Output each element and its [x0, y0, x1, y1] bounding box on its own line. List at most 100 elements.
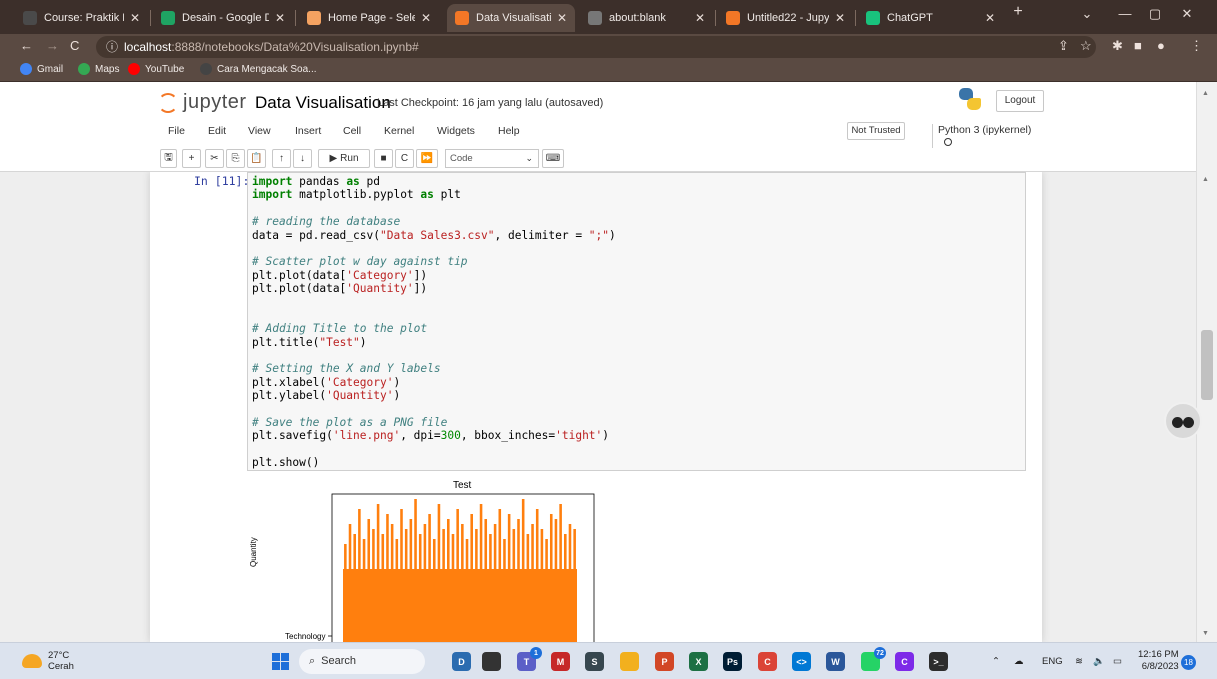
folder-icon[interactable] — [620, 652, 639, 671]
photoshop-icon[interactable]: Ps — [723, 652, 742, 671]
volume-icon[interactable]: 🔈 — [1093, 656, 1105, 667]
browser-tab[interactable]: Untitled22 - Jupyter N ✕ — [718, 4, 853, 32]
browser-tab[interactable]: Course: Praktik Pemro ✕ — [15, 4, 148, 32]
save-icon[interactable]: 🖫 — [160, 149, 177, 168]
code-line: # Adding Title to the plot — [252, 322, 616, 335]
word-icon[interactable]: W — [826, 652, 845, 671]
floating-assistant-icon[interactable] — [1164, 402, 1202, 440]
tab-close-icon[interactable]: ✕ — [695, 11, 705, 25]
sidepanel-icon[interactable]: ■ — [1134, 38, 1142, 53]
keyboard-icon[interactable]: ⌨ — [542, 149, 564, 168]
taskbar-clock[interactable]: 12:16 PM 6/8/2023 — [1138, 649, 1179, 673]
code-line: # reading the database — [252, 215, 616, 228]
paste-icon[interactable]: 📋 — [247, 149, 266, 168]
powerpoint-icon[interactable]: P — [655, 652, 674, 671]
url-field[interactable]: ⓘ localhost:8888/notebooks/Data%20Visuali… — [96, 36, 1096, 58]
terminal-icon[interactable]: >_ — [929, 652, 948, 671]
bookmark-item[interactable]: Gmail — [20, 63, 63, 75]
tab-close-icon[interactable]: ✕ — [130, 11, 140, 25]
file-explorer-icon[interactable] — [482, 652, 501, 671]
profile-avatar-icon[interactable]: ● — [1157, 38, 1165, 53]
move-down-icon[interactable]: ↓ — [293, 149, 312, 168]
scroll-up-icon[interactable]: ▲ — [1202, 90, 1209, 97]
notebook-name[interactable]: Data Visualisation — [255, 93, 391, 113]
weather-widget[interactable]: 27°C Cerah — [22, 650, 74, 672]
jupyter-logo[interactable]: jupyter — [158, 91, 247, 114]
code-token: plt.plot(data[ — [252, 282, 347, 296]
scroll-down-icon[interactable]: ▼ — [1202, 630, 1209, 637]
menu-help[interactable]: Help — [498, 125, 520, 137]
tab-close-icon[interactable]: ✕ — [275, 11, 285, 25]
plot-output: Test Quantity Technology — [247, 477, 647, 642]
vscode-icon[interactable]: <> — [792, 652, 811, 671]
fast-forward-icon[interactable]: ⏩ — [416, 149, 438, 168]
kernel-indicator[interactable]: Python 3 (ipykernel) — [932, 124, 1042, 148]
bookmark-star-icon[interactable]: ☆ — [1080, 38, 1092, 54]
code-cell-editor[interactable]: import pandas as pd import matplotlib.pyp… — [247, 172, 1026, 471]
battery-icon[interactable]: ▭ — [1113, 656, 1122, 667]
menu-cell[interactable]: Cell — [343, 125, 361, 137]
windows-start-icon[interactable] — [272, 653, 289, 670]
browser-tab[interactable]: ChatGPT ✕ — [858, 4, 1003, 32]
move-up-icon[interactable]: ↑ — [272, 149, 291, 168]
insert-cell-icon[interactable]: + — [182, 149, 201, 168]
reload-icon[interactable]: C — [70, 38, 79, 53]
browser-tab[interactable]: about:blank ✕ — [580, 4, 713, 32]
bookmark-item[interactable]: Maps — [78, 63, 119, 75]
dolby-icon[interactable]: D — [452, 652, 471, 671]
back-arrow-icon[interactable]: ← — [20, 38, 33, 53]
menu-view[interactable]: View — [248, 125, 271, 137]
steam-icon[interactable]: S — [585, 652, 604, 671]
taskbar-search[interactable]: ⌕ Search — [299, 649, 425, 674]
canva-icon[interactable]: C — [895, 652, 914, 671]
menu-widgets[interactable]: Widgets — [437, 125, 475, 137]
tab-close-icon[interactable]: ✕ — [835, 11, 845, 25]
excel-icon[interactable]: X — [689, 652, 708, 671]
cut-icon[interactable]: ✂ — [205, 149, 224, 168]
mcafee-icon[interactable]: M — [551, 652, 570, 671]
browser-tab[interactable]: Desain - Google Drive ✕ — [153, 4, 293, 32]
notification-badge[interactable]: 18 — [1181, 655, 1196, 670]
tab-search-chevron-icon[interactable]: ⌄ — [1072, 6, 1102, 22]
restore-icon[interactable]: ▢ — [1140, 6, 1170, 22]
run-button[interactable]: ▶ Run — [318, 149, 370, 168]
whatsapp-icon[interactable]: 72 — [861, 647, 886, 671]
scrollbar-thumb[interactable] — [1201, 330, 1213, 400]
language-indicator[interactable]: ENG — [1042, 656, 1063, 667]
logout-button[interactable]: Logout — [996, 90, 1044, 112]
tray-chevron-icon[interactable]: ⌃ — [992, 656, 1000, 667]
new-tab-icon[interactable]: + — [1003, 3, 1033, 21]
teams-icon[interactable]: T1 — [517, 647, 542, 671]
copy-icon[interactable]: ⎘ — [226, 149, 245, 168]
trust-button[interactable]: Not Trusted — [847, 122, 905, 140]
menu-kernel[interactable]: Kernel — [384, 125, 414, 137]
google-drive-icon — [161, 11, 175, 25]
browser-tab[interactable]: Data Visualisation - Ju ✕ — [447, 4, 575, 32]
chrome-icon[interactable]: C — [758, 652, 777, 671]
bookmark-item[interactable]: YouTube — [128, 63, 184, 75]
tab-close-icon[interactable]: ✕ — [557, 11, 567, 25]
stop-icon[interactable]: ■ — [374, 149, 393, 168]
menu-edit[interactable]: Edit — [208, 125, 226, 137]
menu-insert[interactable]: Insert — [295, 125, 321, 137]
code-token: "Test" — [319, 335, 360, 349]
browser-tab[interactable]: Home Page - Select o ✕ — [299, 4, 439, 32]
minimize-icon[interactable]: — — [1110, 6, 1140, 21]
scroll-up-inner-icon[interactable]: ▲ — [1202, 176, 1209, 183]
close-window-icon[interactable]: ✕ — [1172, 6, 1202, 22]
kebab-menu-icon[interactable]: ⋮ — [1190, 38, 1203, 54]
tab-close-icon[interactable]: ✕ — [985, 11, 995, 25]
extensions-icon[interactable]: ✱ — [1112, 38, 1123, 54]
bookmark-item[interactable]: Cara Mengacak Soa... — [200, 63, 317, 75]
onedrive-icon[interactable]: ☁ — [1014, 656, 1024, 667]
code-token: 'line.png' — [332, 429, 401, 443]
page-scrollbar[interactable]: ▲ ▲ ▼ — [1196, 82, 1217, 642]
tab-close-icon[interactable]: ✕ — [421, 11, 431, 25]
restart-icon[interactable]: C — [395, 149, 414, 168]
share-icon[interactable]: ⇪ — [1058, 38, 1069, 54]
forward-arrow-icon[interactable]: → — [46, 38, 59, 53]
menu-file[interactable]: File — [168, 125, 185, 137]
cell-type-select[interactable]: Code ⌄ — [445, 149, 539, 168]
wifi-icon[interactable]: ≋ — [1075, 656, 1083, 667]
